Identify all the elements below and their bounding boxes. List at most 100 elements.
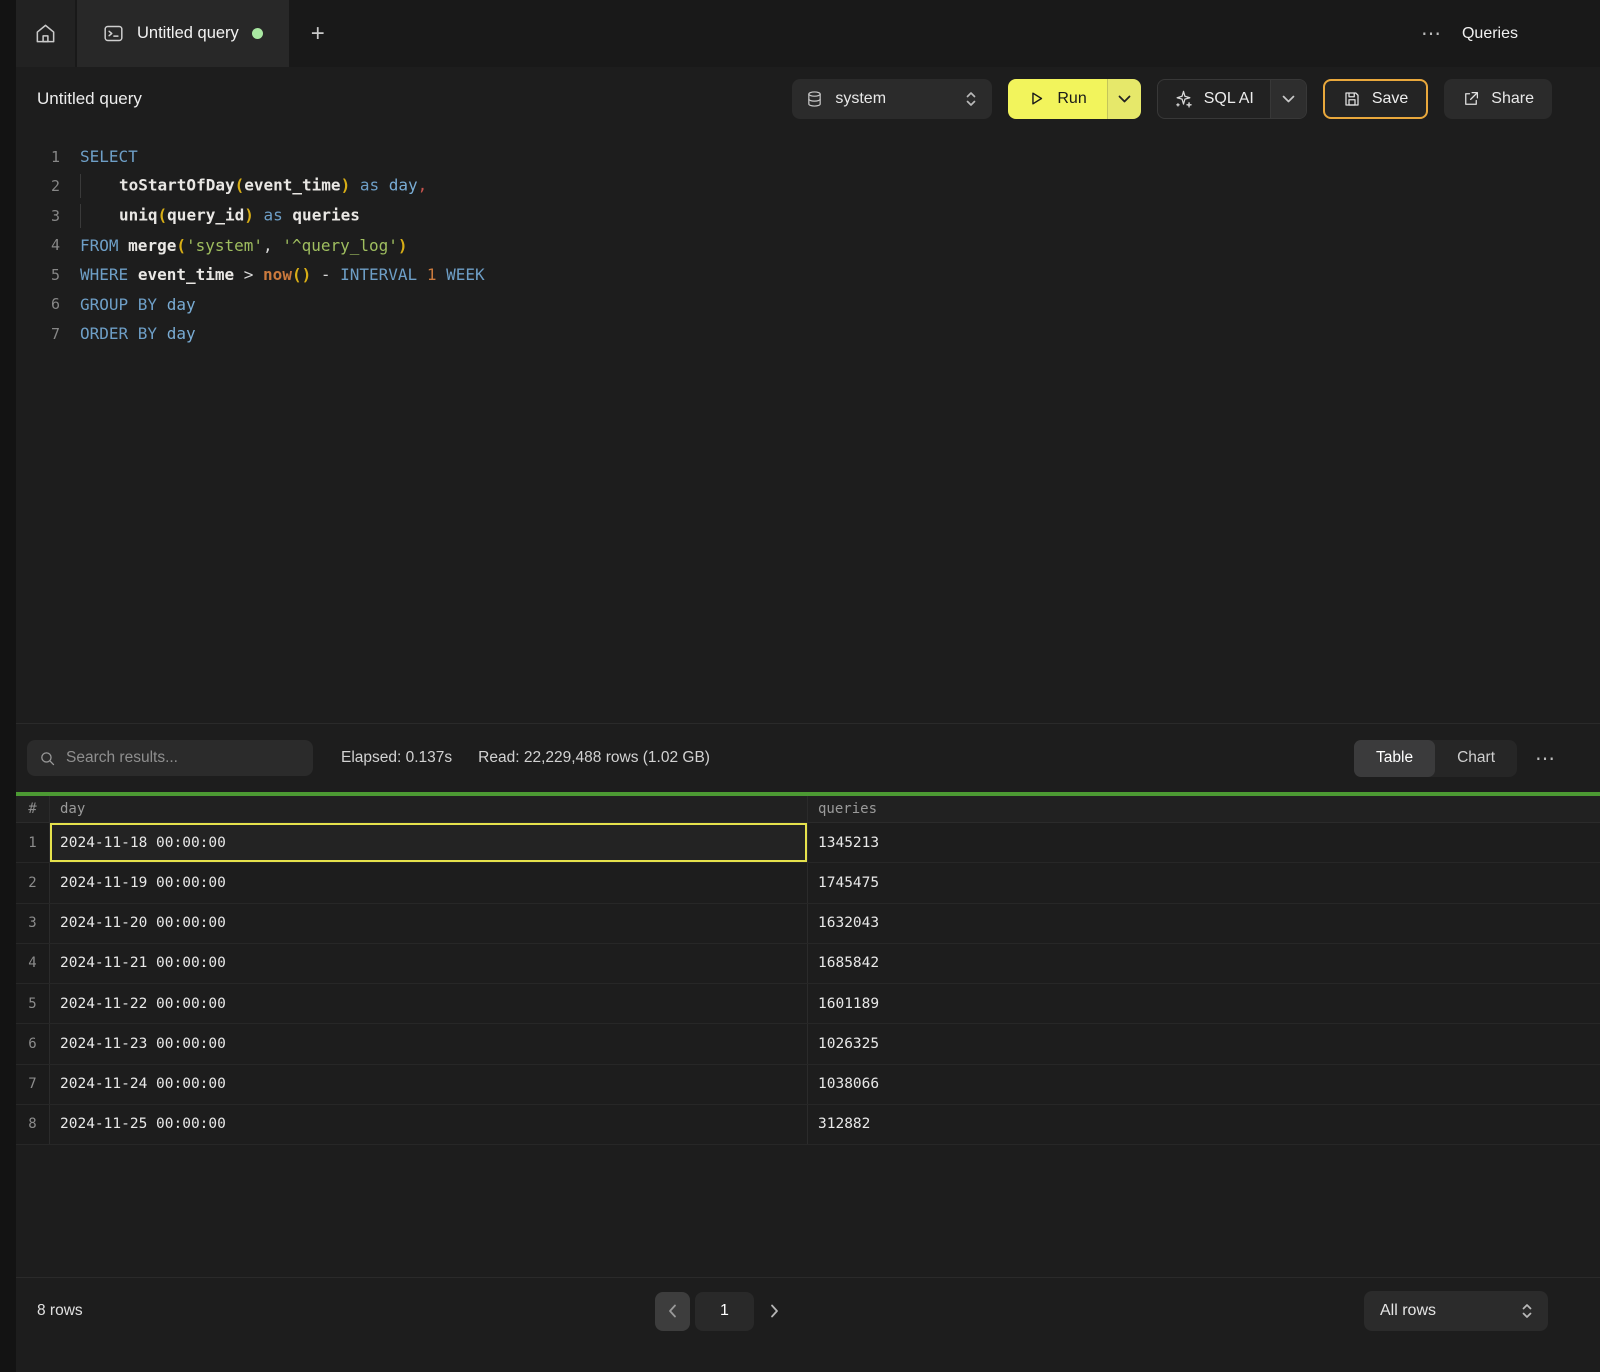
save-button-label: Save <box>1372 90 1408 108</box>
run-options-button[interactable] <box>1107 79 1141 119</box>
row-index-cell: 8 <box>16 1105 50 1144</box>
code-text: toStartOfDay(event_time) as day, <box>80 174 427 198</box>
results-grid: # day queries 12024-11-18 00:00:00134521… <box>16 796 1600 1145</box>
code-token: WHERE <box>80 265 128 284</box>
save-icon <box>1343 90 1361 108</box>
code-token: ) <box>341 176 351 195</box>
code-token <box>379 176 389 195</box>
code-token: event_time <box>244 176 340 195</box>
code-token: - <box>311 265 340 284</box>
table-row: 72024-11-24 00:00:001038066 <box>16 1065 1600 1105</box>
code-token <box>157 295 167 314</box>
table-row: 12024-11-18 00:00:001345213 <box>16 823 1600 863</box>
day-cell[interactable]: 2024-11-19 00:00:00 <box>50 863 808 902</box>
queries-cell[interactable]: 1632043 <box>808 904 1600 943</box>
code-text: WHERE event_time > now() - INTERVAL 1 WE… <box>80 265 485 284</box>
tab-bar: Untitled query + ⋯ Queries <box>16 0 1600 67</box>
page-title: Untitled query <box>37 89 142 109</box>
code-token <box>157 324 167 343</box>
more-options-icon[interactable]: ⋯ <box>1421 21 1442 46</box>
next-page-button[interactable] <box>770 1304 779 1318</box>
terminal-icon <box>103 23 124 44</box>
chevron-updown-icon <box>964 90 978 108</box>
row-index-cell: 6 <box>16 1024 50 1063</box>
row-index-cell: 1 <box>16 823 50 862</box>
results-footer: 8 rows 1 All rows <box>16 1277 1600 1372</box>
collapsed-sidebar[interactable] <box>0 0 16 1372</box>
save-button[interactable]: Save <box>1323 79 1428 119</box>
day-cell[interactable]: 2024-11-25 00:00:00 <box>50 1105 808 1144</box>
day-cell[interactable]: 2024-11-23 00:00:00 <box>50 1024 808 1063</box>
database-icon <box>806 90 823 108</box>
code-token: day <box>389 176 418 195</box>
code-token: '^query_log' <box>282 236 398 255</box>
queries-cell[interactable]: 1745475 <box>808 863 1600 902</box>
search-results-box[interactable] <box>27 740 313 776</box>
code-line: 4FROM merge('system', '^query_log') <box>16 231 1600 261</box>
line-number: 7 <box>16 325 60 343</box>
sql-editor[interactable]: 1SELECT 2 toStartOfDay(event_time) as day,… <box>16 130 1600 723</box>
queries-cell[interactable]: 1038066 <box>808 1065 1600 1104</box>
day-cell[interactable]: 2024-11-24 00:00:00 <box>50 1065 808 1104</box>
line-number: 2 <box>16 177 60 195</box>
column-header-queries[interactable]: queries <box>808 796 1600 822</box>
line-number: 5 <box>16 266 60 284</box>
code-token: ( <box>176 236 186 255</box>
sql-ai-button[interactable]: SQL AI <box>1158 80 1270 118</box>
run-button[interactable]: Run <box>1008 79 1106 119</box>
rows-per-page-selector[interactable]: All rows <box>1364 1291 1548 1331</box>
current-page-button[interactable]: 1 <box>695 1292 754 1331</box>
code-token: ) <box>398 236 408 255</box>
code-line: 1SELECT <box>16 142 1600 172</box>
sql-ai-button-group: SQL AI <box>1157 79 1307 119</box>
share-button[interactable]: Share <box>1444 79 1552 119</box>
results-more-options-icon[interactable]: ⋯ <box>1535 746 1556 771</box>
tab-untitled-query[interactable]: Untitled query <box>77 0 289 67</box>
queries-cell[interactable]: 1685842 <box>808 944 1600 983</box>
view-tab-chart[interactable]: Chart <box>1435 740 1517 777</box>
table-row: 52024-11-22 00:00:001601189 <box>16 984 1600 1024</box>
line-number: 6 <box>16 295 60 313</box>
column-header-index: # <box>16 796 50 822</box>
queries-cell[interactable]: 1345213 <box>808 823 1600 862</box>
table-row: 22024-11-19 00:00:001745475 <box>16 863 1600 903</box>
search-results-input[interactable] <box>66 749 301 767</box>
code-token: as <box>264 205 283 224</box>
code-token: ( <box>158 205 168 224</box>
database-selected-value: system <box>835 90 886 108</box>
queries-button[interactable]: Queries <box>1462 25 1518 43</box>
database-selector[interactable]: system <box>792 79 992 119</box>
queries-cell[interactable]: 1601189 <box>808 984 1600 1023</box>
code-token: now <box>263 265 292 284</box>
day-cell[interactable]: 2024-11-22 00:00:00 <box>50 984 808 1023</box>
code-token: FROM <box>80 236 119 255</box>
home-tab[interactable] <box>16 0 75 67</box>
rows-per-page-value: All rows <box>1380 1302 1436 1320</box>
code-token: , <box>263 236 282 255</box>
sql-ai-options-button[interactable] <box>1270 80 1306 118</box>
code-token: ORDER BY <box>80 324 157 343</box>
previous-page-button[interactable] <box>655 1292 690 1331</box>
code-token: SELECT <box>80 147 138 166</box>
day-cell[interactable]: 2024-11-20 00:00:00 <box>50 904 808 943</box>
search-icon <box>39 750 56 767</box>
new-tab-button[interactable]: + <box>289 0 347 67</box>
code-token <box>80 174 119 198</box>
view-tab-table[interactable]: Table <box>1354 740 1435 777</box>
query-header: Untitled query system <box>16 67 1600 130</box>
day-cell[interactable]: 2024-11-21 00:00:00 <box>50 944 808 983</box>
results-grid-header: # day queries <box>16 796 1600 823</box>
table-row: 62024-11-23 00:00:001026325 <box>16 1024 1600 1064</box>
code-token: event_time <box>138 265 234 284</box>
line-number: 3 <box>16 207 60 225</box>
queries-cell[interactable]: 1026325 <box>808 1024 1600 1063</box>
column-header-day[interactable]: day <box>50 796 808 822</box>
row-index-cell: 4 <box>16 944 50 983</box>
queries-cell[interactable]: 312882 <box>808 1105 1600 1144</box>
day-cell[interactable]: 2024-11-18 00:00:00 <box>50 823 808 862</box>
code-token: query_id <box>167 205 244 224</box>
chevron-updown-icon <box>1520 1302 1534 1320</box>
code-text: SELECT <box>80 147 138 166</box>
share-button-label: Share <box>1491 90 1534 108</box>
unsaved-changes-dot <box>252 28 263 39</box>
